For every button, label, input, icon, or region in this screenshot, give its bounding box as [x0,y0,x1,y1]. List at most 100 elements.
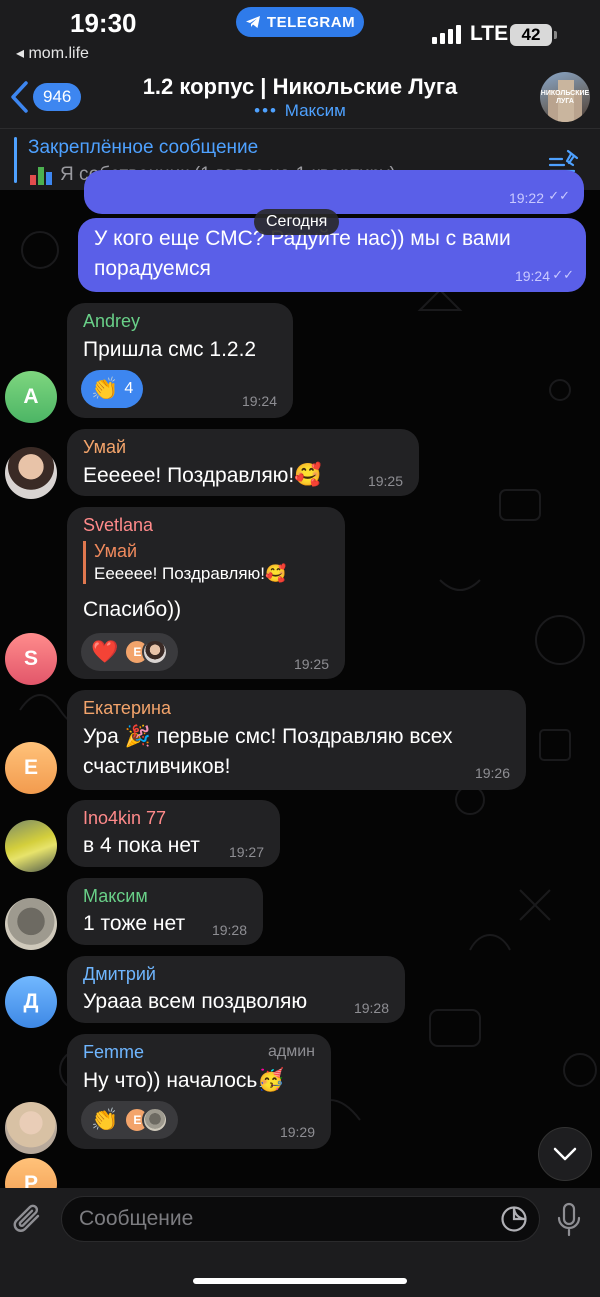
reply-text: Ееееее! Поздравляю!🥰 [94,564,287,583]
sticker-icon[interactable] [500,1205,528,1233]
message-time: 19:28 [211,922,247,938]
message-text: Ура 🎉 первые смс! Поздравляю всех счастл… [83,725,453,778]
heart-emoji-icon: ❤️ [91,639,119,664]
reaction-heart[interactable]: ❤️ E [81,633,179,671]
sender-name[interactable]: Максим [83,886,148,907]
poll-icon [30,165,52,185]
sender-name[interactable]: Andrey [83,311,140,332]
reaction-clap[interactable]: 👏 4 [81,370,144,408]
reactor-avatar-photo [142,1107,169,1133]
avatar-letter: E [23,756,38,779]
admin-tag: админ [267,1043,315,1060]
incoming-message[interactable]: Svetlana Умай Ееееее! Поздравляю!🥰 Спаси… [67,507,345,679]
scroll-down-button[interactable] [538,1127,592,1181]
read-checks-icon: ✓✓ [552,267,574,282]
typing-indicator: ••• Максим [110,101,490,121]
message-input[interactable] [61,1196,540,1242]
message-text: в 4 пока нет [83,834,200,857]
avatar-letter: S [23,647,38,670]
party-face-emoji-icon: 🥰 [265,564,287,583]
sender-name[interactable]: Дмитрий [83,964,156,985]
avatar[interactable] [5,898,57,950]
telegram-app-pill[interactable]: TELEGRAM [236,7,364,37]
reactions: 👏 4 [81,370,144,408]
avatar[interactable]: Д [5,976,57,1028]
incoming-message[interactable]: Ino4kin 77 в 4 пока нет 19:27 [67,800,280,867]
chevron-down-icon [553,1147,577,1161]
chat-title[interactable]: 1.2 корпус | Никольские Луга [110,74,490,100]
unread-count-badge[interactable]: 946 [33,83,82,111]
reaction-clap[interactable]: 👏 E [81,1101,179,1139]
avatar[interactable] [5,1102,57,1154]
avatar[interactable]: E [5,742,57,794]
clap-emoji-icon: 👏 [91,1107,119,1132]
reactions: 👏 E [81,1101,179,1139]
telegram-icon [245,16,260,28]
reply-sender: Умай [94,541,138,561]
sender-name[interactable]: Svetlana [83,515,153,536]
message-text: Пришла смс 1.2.2 [83,338,257,361]
reactions: ❤️ E [81,633,179,671]
sender-name[interactable]: Ino4kin 77 [83,808,166,829]
avatar[interactable] [5,820,57,872]
message-text: Ну что)) началось🥳 [83,1067,285,1092]
reactor-avatars: E [124,639,169,665]
sender-name[interactable]: Екатерина [83,698,171,719]
reply-quote[interactable]: Умай Ееееее! Поздравляю!🥰 [83,541,286,584]
back-chevron-icon[interactable] [8,80,30,114]
avatar[interactable]: A [5,371,57,423]
reactor-avatar-photo [142,639,169,665]
message-text: Урааа всем поздволяю [83,990,308,1013]
outgoing-message-partial[interactable]: 19:22 ✓✓ [84,170,584,214]
incoming-message[interactable]: Екатерина Ура 🎉 первые смс! Поздравляю в… [67,690,526,790]
message-time: 19:22 [508,190,544,206]
signal-icon [432,25,461,44]
typing-dots-icon: ••• [254,101,285,120]
message-text: Ееееее! Поздравляю!🥰 [83,462,322,487]
telegram-pill-label: TELEGRAM [266,13,356,31]
message-time: 19:25 [367,473,403,489]
chat-header: 946 1.2 корпус | Никольские Луга ••• Мак… [0,66,600,128]
party-face-emoji-icon: 🥰 [294,462,322,487]
message-time: 19:24 [514,268,550,284]
pinned-accent-bar [14,137,17,183]
network-type: LTE [470,22,509,45]
message-text: Спасибо)) [83,598,182,621]
group-avatar-caption: НИКОЛЬСКИЕ ЛУГА [540,90,590,105]
status-bar: 19:30 ◂ mom.life TELEGRAM LTE 42 [0,0,600,66]
clap-emoji-icon: 👏 [91,376,119,401]
message-time: 19:27 [228,844,264,860]
microphone-icon[interactable] [556,1202,582,1238]
sender-name[interactable]: Femme [83,1042,144,1063]
incoming-message[interactable]: Дмитрий Урааа всем поздволяю 19:28 [67,956,405,1023]
status-time: 19:30 [70,8,137,38]
avatar[interactable]: S [5,633,57,685]
reaction-count: 4 [124,380,134,397]
avatar-letter: A [23,385,39,408]
message-time: 19:25 [293,656,329,672]
message-text: 1 тоже нет [83,912,186,935]
avatar-letter: Д [23,990,39,1013]
incoming-message[interactable]: Andrey Пришла смс 1.2.2 👏 4 19:24 [67,303,293,418]
incoming-message[interactable]: Femme админ Ну что)) началось🥳 👏 E 19:29 [67,1034,331,1149]
avatar[interactable] [5,447,57,499]
battery-icon: 42 [510,24,552,46]
message-time: 19:29 [279,1124,315,1140]
incoming-message[interactable]: Максим 1 тоже нет 19:28 [67,878,263,945]
date-divider: Сегодня [254,209,340,235]
paperclip-icon[interactable] [12,1202,46,1238]
message-time: 19:26 [474,765,510,781]
incoming-message[interactable]: Умай Ееееее! Поздравляю!🥰 19:25 [67,429,419,496]
pinned-title: Закреплённое сообщение [28,137,259,158]
party-face-emoji-icon: 🥳 [257,1067,285,1092]
battery-tip [554,31,557,39]
reactor-avatars: E [124,1107,169,1133]
typing-user: Максим [284,101,346,120]
message-time: 19:28 [353,1000,389,1016]
sender-name[interactable]: Умай [83,437,126,458]
back-to-app-link[interactable]: ◂ mom.life [16,43,89,63]
message-time: 19:24 [241,393,277,409]
group-avatar[interactable]: НИКОЛЬСКИЕ ЛУГА [540,72,590,122]
read-checks-icon: ✓✓ [548,188,570,203]
home-indicator [193,1278,407,1284]
